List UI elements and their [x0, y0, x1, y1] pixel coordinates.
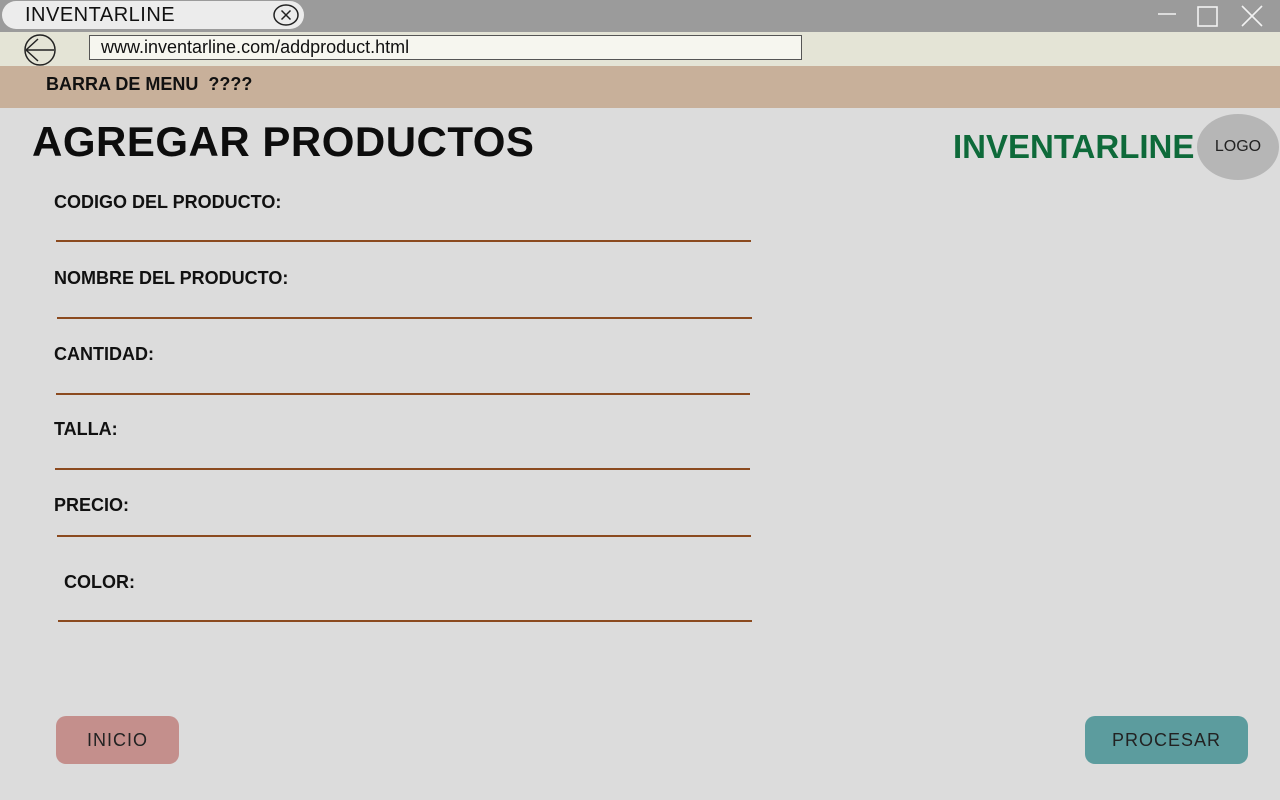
procesar-button[interactable]: PROCESAR	[1085, 716, 1248, 764]
back-arrow-icon[interactable]	[23, 34, 57, 66]
codigo-input[interactable]	[56, 240, 751, 242]
page-title: AGREGAR PRODUCTOS	[32, 118, 535, 165]
field-label-color: COLOR:	[64, 572, 135, 592]
precio-input[interactable]	[57, 535, 751, 537]
tab-close-icon[interactable]	[273, 4, 299, 26]
field-label-cantidad: CANTIDAD:	[54, 344, 154, 364]
cantidad-input[interactable]	[56, 393, 750, 395]
field-label-codigo: CODIGO DEL PRODUCTO:	[54, 192, 282, 212]
close-icon[interactable]	[1238, 4, 1264, 28]
minimize-icon[interactable]	[1154, 4, 1180, 28]
browser-tab[interactable]: INVENTARLINE	[2, 1, 304, 29]
menu-bar: BARRA DE MENU ????	[0, 66, 1280, 108]
window-titlebar: INVENTARLINE	[0, 0, 1280, 32]
tab-title: INVENTARLINE	[25, 4, 176, 26]
field-label-talla: TALLA:	[54, 419, 118, 439]
brand-name: INVENTARLINE	[953, 128, 1195, 165]
field-label-precio: PRECIO:	[54, 495, 130, 515]
maximize-icon[interactable]	[1194, 4, 1220, 28]
menu-bar-label[interactable]: BARRA DE MENU ????	[46, 74, 252, 95]
logo: LOGO	[1197, 114, 1279, 180]
address-bar: www.inventarline.com/addproduct.html	[0, 32, 1280, 66]
talla-input[interactable]	[55, 468, 750, 470]
nombre-input[interactable]	[57, 317, 752, 319]
url-input[interactable]: www.inventarline.com/addproduct.html	[89, 35, 802, 60]
color-input[interactable]	[58, 620, 752, 622]
field-label-nombre: NOMBRE DEL PRODUCTO:	[54, 268, 289, 288]
inicio-button[interactable]: INICIO	[56, 716, 179, 764]
